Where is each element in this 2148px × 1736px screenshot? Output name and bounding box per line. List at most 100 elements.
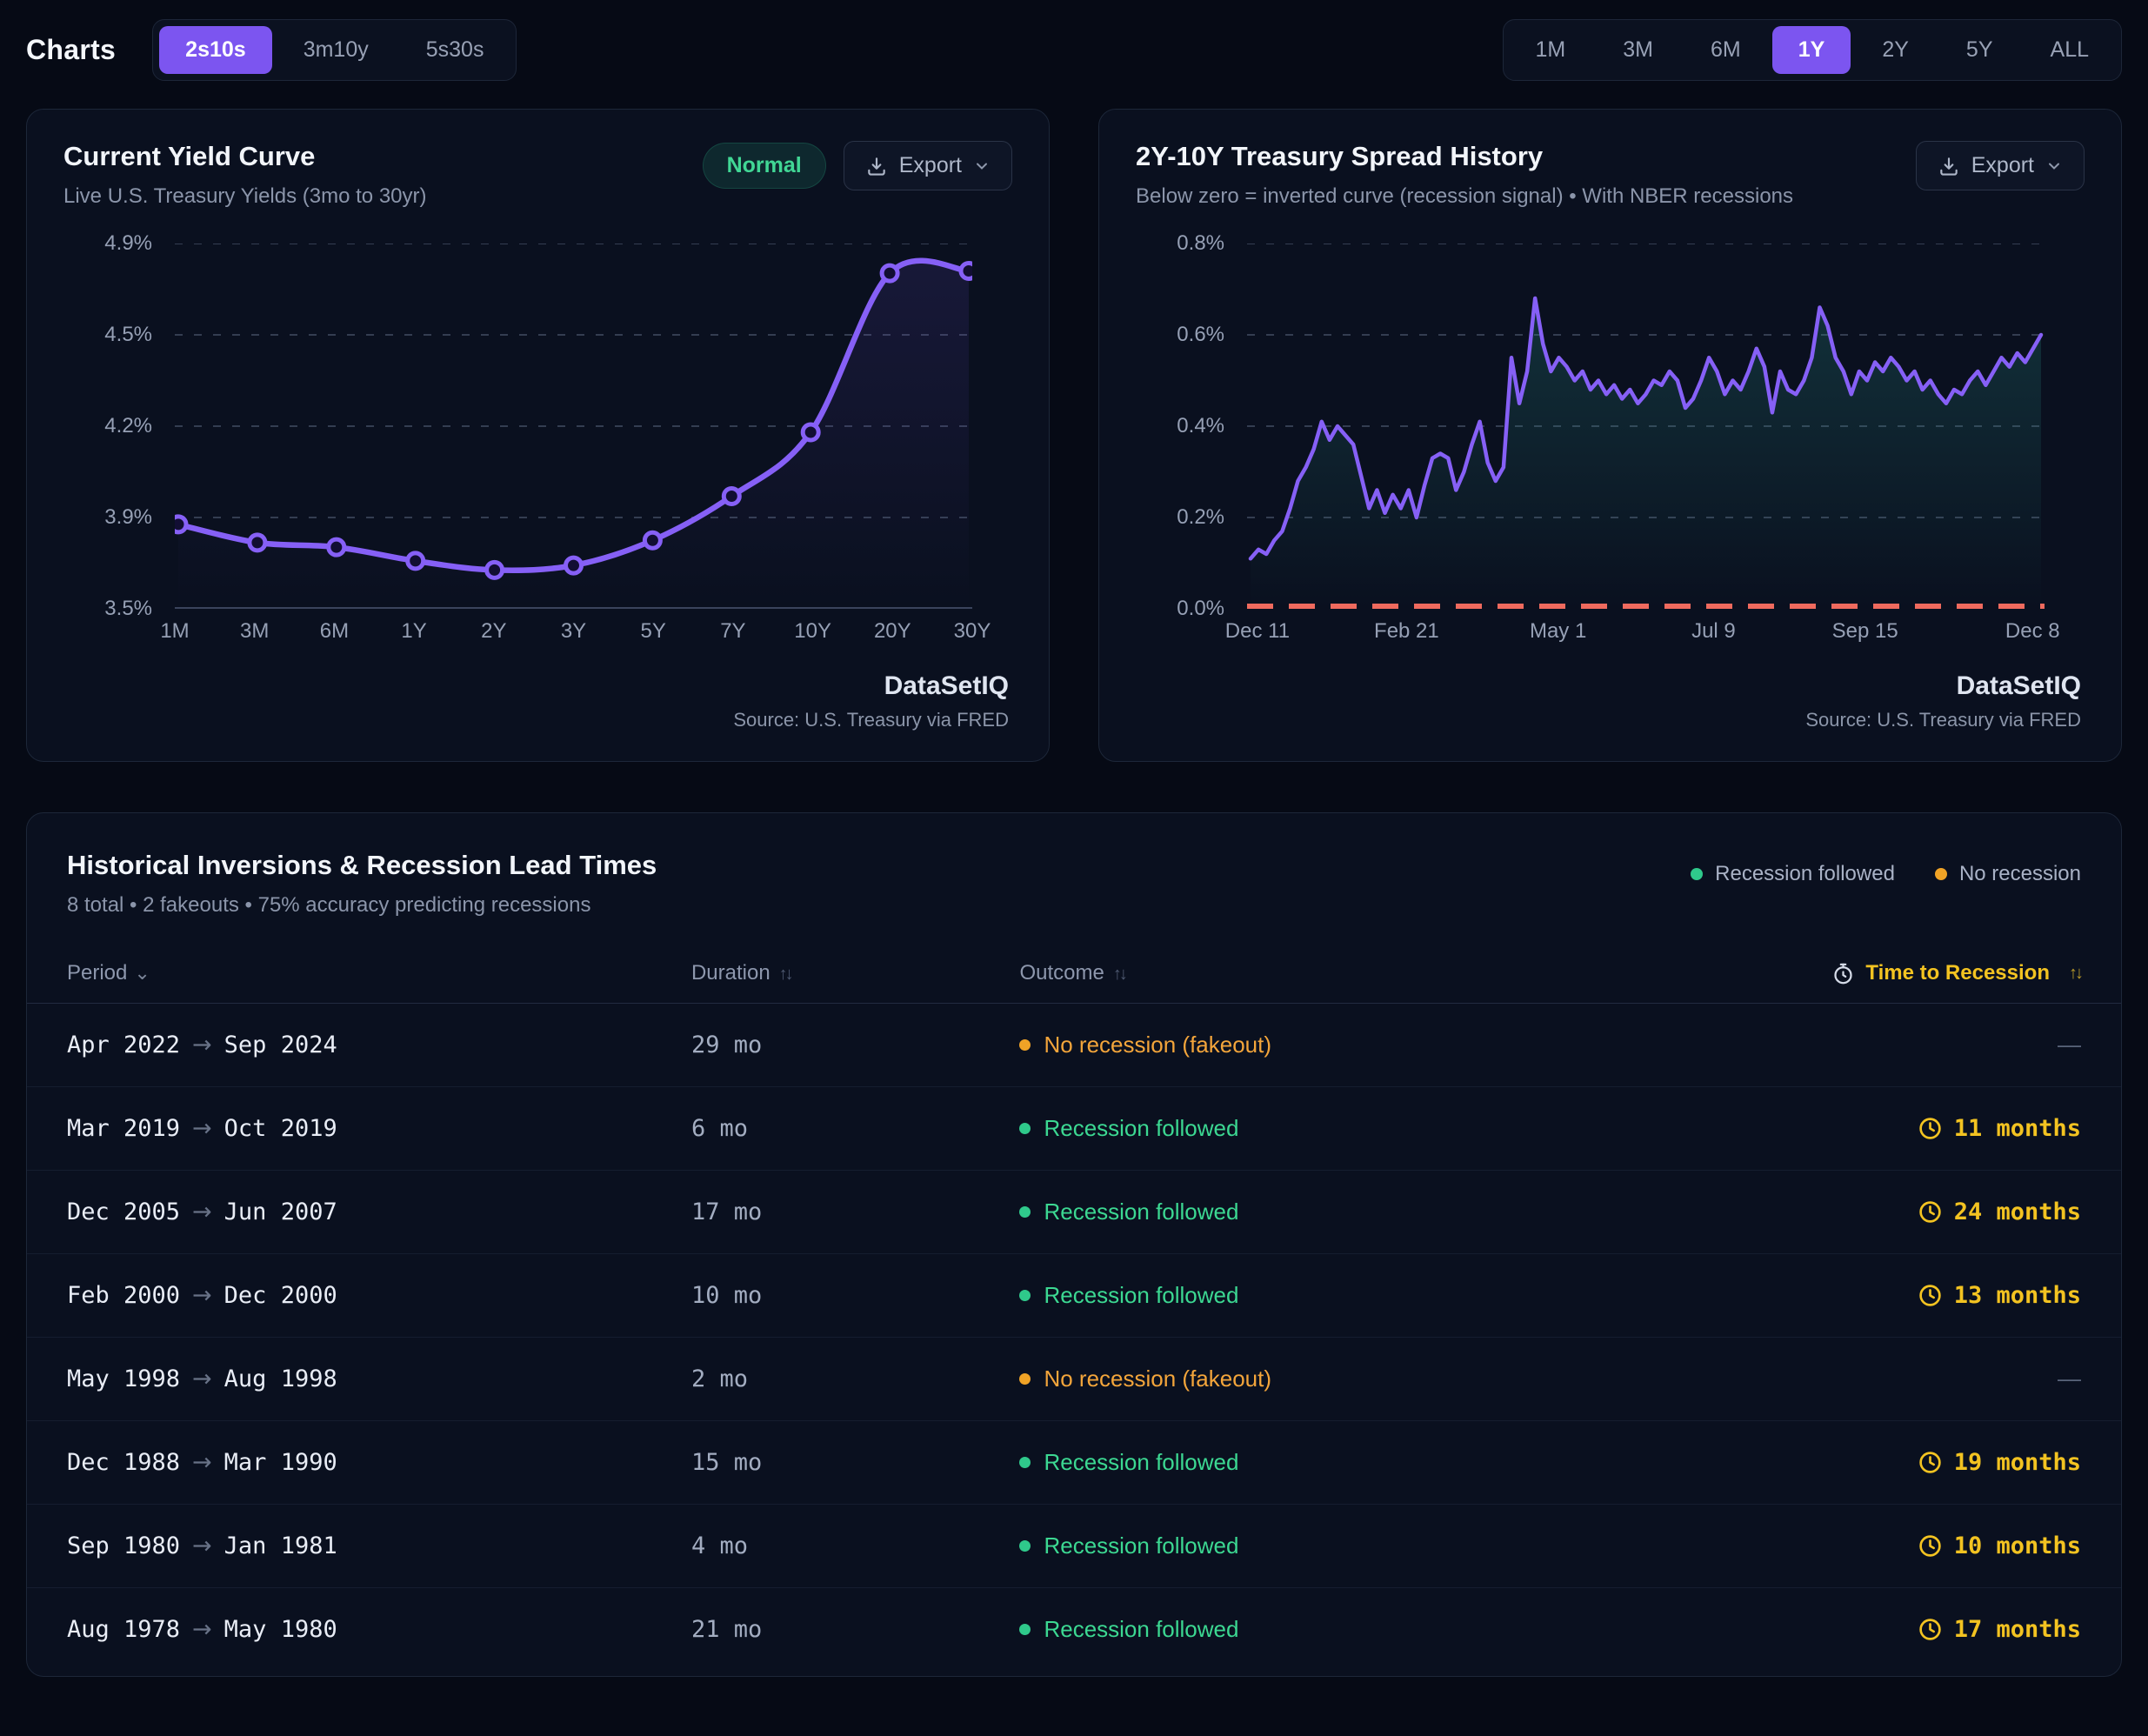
period-from: May 1998 [67,1365,180,1392]
column-label: Duration [691,961,770,985]
legend-dot-icon [1935,868,1947,880]
stopwatch-icon [1831,962,1855,985]
x-axis-tick: 20Y [874,619,911,644]
period-to: Jun 2007 [224,1199,337,1225]
spread-y-axis: 0.8%0.6%0.4%0.2%0.0% [1136,244,1238,609]
period-to: Mar 1990 [224,1449,337,1476]
spread-history-card: 2Y-10Y Treasury Spread History Below zer… [1098,109,2122,762]
legend-item: No recession [1935,862,2081,886]
yield-plot-area [175,244,972,609]
time-value: 10 months [1954,1532,2081,1559]
period-to: May 1980 [224,1616,337,1643]
outcome-label: No recession (fakeout) [1044,1365,1271,1392]
range-1M[interactable]: 1M [1510,26,1592,74]
download-icon [865,155,888,177]
outcome-dot-icon [1019,1039,1031,1051]
tab-3m10y[interactable]: 3m10y [277,26,395,74]
legend-label: Recession followed [1715,862,1895,886]
outcome-dot-icon [1019,1624,1031,1635]
time-to-recession-cell: 10 months [1707,1532,2081,1559]
range-2Y[interactable]: 2Y [1856,26,1935,74]
time-value: 19 months [1954,1449,2081,1476]
clock-icon [1918,1199,1943,1225]
table-header-row: Period⌄Duration ↑↓ Outcome↑↓Time to Recess… [27,944,2121,1004]
range-5Y[interactable]: 5Y [1940,26,2019,74]
outcome-label: Recession followed [1044,1616,1238,1643]
table-row: Dec 1988→Mar 199015 moRecession followed… [27,1421,2121,1505]
sp-chart-svg [1247,244,2045,609]
arrow-right-icon: → [192,1449,212,1476]
outcome-cell: Recession followed [1019,1532,1707,1559]
outcome-cell: Recession followed [1019,1115,1707,1142]
column-header-time-to-recession[interactable]: Time to Recession↑↓ [1707,961,2081,985]
column-header-duration[interactable]: Duration ↑↓ [691,961,1020,985]
tab-5s30s[interactable]: 5s30s [400,26,510,74]
export-button[interactable]: Export [844,141,1012,190]
source-note: Source: U.S. Treasury via FRED [1805,709,2081,731]
y-axis-tick: 0.4% [1177,414,1224,438]
time-range-tabs: 1M3M6M1Y2Y5YALL [1503,19,2122,81]
period-from: Dec 2005 [67,1199,180,1225]
outcome-legend: Recession followed No recession [1691,862,2081,886]
table-row: Sep 1980→Jan 19814 moRecession followed1… [27,1505,2121,1588]
time-to-recession-cell: — [1707,1032,2081,1058]
spread-chart: 0.8%0.6%0.4%0.2%0.0% Dec 11Feb 21May 1Ju… [1136,244,2085,668]
x-axis-tick: Dec 11 [1225,619,1290,644]
range-6M[interactable]: 6M [1684,26,1767,74]
column-header-period[interactable]: Period⌄ [67,961,691,985]
spread-card-header: 2Y-10Y Treasury Spread History Below zer… [1099,110,2121,209]
export-button[interactable]: Export [1916,141,2085,190]
y-axis-tick: 0.0% [1177,597,1224,621]
spread-plot-area [1247,244,2045,609]
x-axis-tick: Sep 15 [1832,619,1898,644]
tab-2s10s[interactable]: 2s10s [159,26,272,74]
period-to: Jan 1981 [224,1532,337,1559]
y-axis-tick: 4.5% [104,323,152,347]
range-ALL[interactable]: ALL [2025,26,2115,74]
arrow-right-icon: → [192,1365,212,1392]
range-1Y[interactable]: 1Y [1772,26,1851,74]
x-axis-tick: 1Y [401,619,426,644]
x-axis-tick: Feb 21 [1374,619,1439,644]
chevron-down-icon [973,157,991,175]
table-body: Apr 2022→Sep 202429 moNo recession (fake… [27,1004,2121,1671]
chart-cards-row: Current Yield Curve Live U.S. Treasury Y… [26,109,2122,762]
y-axis-tick: 0.6% [1177,323,1224,347]
time-value: 11 months [1954,1115,2081,1142]
period-cell: Mar 2019→Oct 2019 [67,1115,691,1142]
duration-cell: 6 mo [691,1115,1020,1142]
arrow-right-icon: → [192,1282,212,1309]
table-row: Feb 2000→Dec 200010 moRecession followed… [27,1254,2121,1338]
y-axis-tick: 3.9% [104,505,152,530]
yield-y-axis: 4.9%4.5%4.2%3.9%3.5% [63,244,166,609]
duration-cell: 10 mo [691,1282,1020,1309]
outcome-dot-icon [1019,1457,1031,1468]
yield-card-subtitle: Live U.S. Treasury Yields (3mo to 30yr) [63,184,427,209]
yield-curve-card: Current Yield Curve Live U.S. Treasury Y… [26,109,1050,762]
period-from: Sep 1980 [67,1532,180,1559]
period-from: Mar 2019 [67,1115,180,1142]
duration-cell: 2 mo [691,1365,1020,1392]
arrow-right-icon: → [192,1616,212,1643]
column-header-outcome[interactable]: Outcome↑↓ [1019,961,1707,985]
y-axis-tick: 0.8% [1177,231,1224,256]
y-axis-tick: 3.5% [104,597,152,621]
time-value: 17 months [1954,1616,2081,1643]
range-3M[interactable]: 3M [1597,26,1679,74]
duration-cell: 29 mo [691,1032,1020,1058]
yield-chart: 4.9%4.5%4.2%3.9%3.5% 1M3M6M1Y2Y3Y5Y7Y10Y… [63,244,1012,668]
table-row: Aug 1978→May 198021 moRecession followed… [27,1588,2121,1671]
duration-cell: 4 mo [691,1532,1020,1559]
top-bar: Charts 2s10s3m10y5s30s 1M3M6M1Y2Y5YALL [26,0,2122,81]
x-axis-tick: 3Y [561,619,586,644]
export-label: Export [1971,153,2034,178]
table-row: May 1998→Aug 19982 moNo recession (fakeo… [27,1338,2121,1421]
legend-label: No recession [1959,862,2081,886]
period-to: Dec 2000 [224,1282,337,1309]
watermark-brand: DataSetIQ [884,671,1009,701]
sort-icon: ↑↓ [779,965,791,984]
y-axis-tick: 0.2% [1177,505,1224,530]
outcome-cell: Recession followed [1019,1449,1707,1476]
arrow-right-icon: → [192,1115,212,1142]
spread-card-title: 2Y-10Y Treasury Spread History [1136,141,1793,172]
